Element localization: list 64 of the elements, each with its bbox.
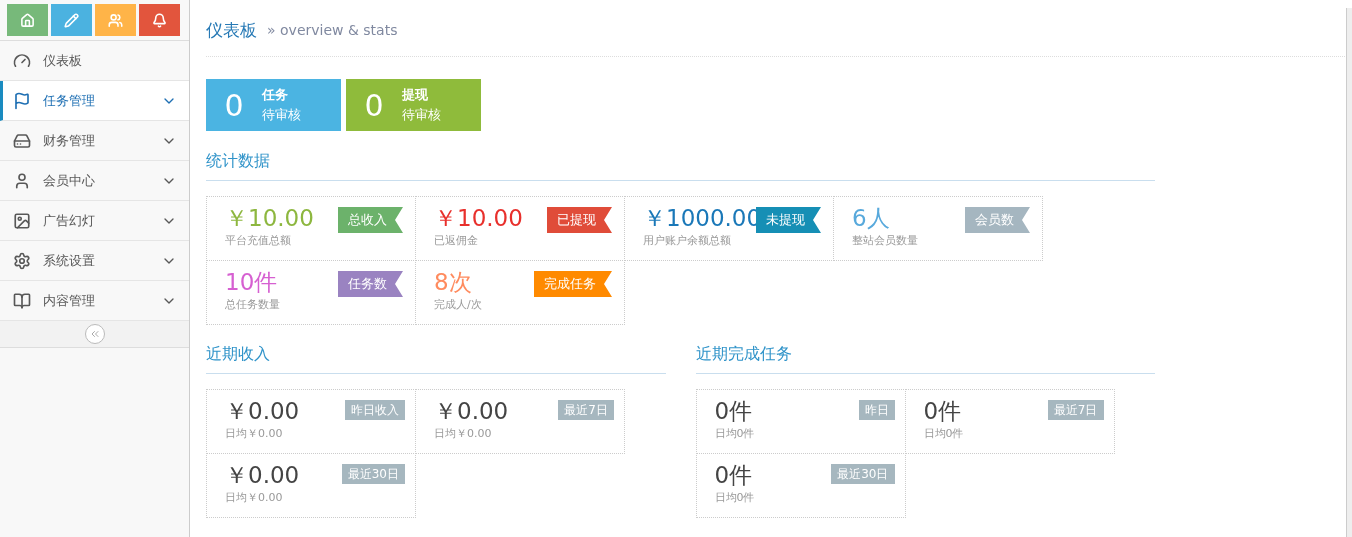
stat-value: 0件 <box>714 461 753 490</box>
period-tag: 最近30日 <box>341 464 405 484</box>
stat-label: 整站会员数量 <box>852 233 919 248</box>
gauge-icon <box>13 51 31 70</box>
info-subtitle: 待审核 <box>262 106 301 124</box>
stat-label: 日均￥0.00 <box>225 426 284 441</box>
stat-tag: 任务数 <box>338 271 403 297</box>
stat-value: 6人 <box>852 204 890 233</box>
info-subtitle: 待审核 <box>402 106 441 124</box>
stat-label: 总任务数量 <box>225 297 281 312</box>
stat-value: ￥0.00 <box>225 397 300 426</box>
stat-tag: 已提现 <box>547 207 612 233</box>
period-tag: 最近7日 <box>558 400 614 420</box>
info-title: 任务 <box>262 86 289 104</box>
collapse-button[interactable] <box>84 324 105 344</box>
page-title: 仪表板 <box>206 18 257 42</box>
drive-icon <box>13 131 31 150</box>
stat-label: 已返佣金 <box>434 233 479 248</box>
pencil-icon <box>64 12 79 28</box>
book-icon <box>13 291 31 310</box>
stat-value: 8次 <box>434 268 472 297</box>
shortcut-button[interactable] <box>95 4 136 36</box>
sidebar-item[interactable]: 任务管理 <box>0 81 189 121</box>
period-tag: 昨日 <box>858 400 895 420</box>
settings-icon <box>13 251 31 270</box>
shortcut-button[interactable] <box>139 4 180 36</box>
stat-value: ￥0.00 <box>225 461 300 490</box>
scrollbar[interactable] <box>1346 8 1352 537</box>
users-icon <box>108 12 123 28</box>
home-icon <box>20 12 35 28</box>
image-icon <box>13 211 31 230</box>
section-title: 统计数据 <box>206 151 270 170</box>
stat-tag: 未提现 <box>756 207 821 233</box>
stat-value: 0件 <box>714 397 753 426</box>
period-tag: 最近30日 <box>831 464 895 484</box>
stat-label: 完成人/次 <box>434 297 483 312</box>
stat-tag: 完成任务 <box>534 271 612 297</box>
stat-label: 日均￥0.00 <box>225 490 284 505</box>
stat-value: 0件 <box>923 397 962 426</box>
section-title: 近期收入 <box>206 344 270 363</box>
stat-value: ￥10.00 <box>434 204 523 233</box>
stat-label: 日均0件 <box>714 426 756 441</box>
shortcut-button[interactable] <box>7 4 48 36</box>
info-title: 提现 <box>402 86 429 104</box>
user-icon <box>13 171 31 190</box>
stat-value: ￥0.00 <box>434 397 509 426</box>
stat-tag: 会员数 <box>965 207 1030 233</box>
stat-label: 日均￥0.00 <box>434 426 493 441</box>
stat-label: 日均0件 <box>714 490 756 505</box>
stat-value: ￥10.00 <box>225 204 314 233</box>
page-subtitle: » overview & stats <box>267 22 398 38</box>
stat-value: 10件 <box>225 268 278 297</box>
period-tag: 最近7日 <box>1047 400 1104 420</box>
flag-icon <box>13 91 31 110</box>
stat-tag: 总收入 <box>338 207 403 233</box>
stat-label: 用户账户余额总额 <box>643 233 732 248</box>
section-title: 近期完成任务 <box>695 344 792 363</box>
stat-label: 平台充值总额 <box>225 233 292 248</box>
info-number: 0 <box>363 87 385 123</box>
bell-icon <box>152 12 167 28</box>
period-tag: 昨日收入 <box>345 400 405 420</box>
stat-label: 日均0件 <box>923 426 965 441</box>
shortcut-button[interactable] <box>51 4 92 36</box>
info-number: 0 <box>223 87 245 123</box>
